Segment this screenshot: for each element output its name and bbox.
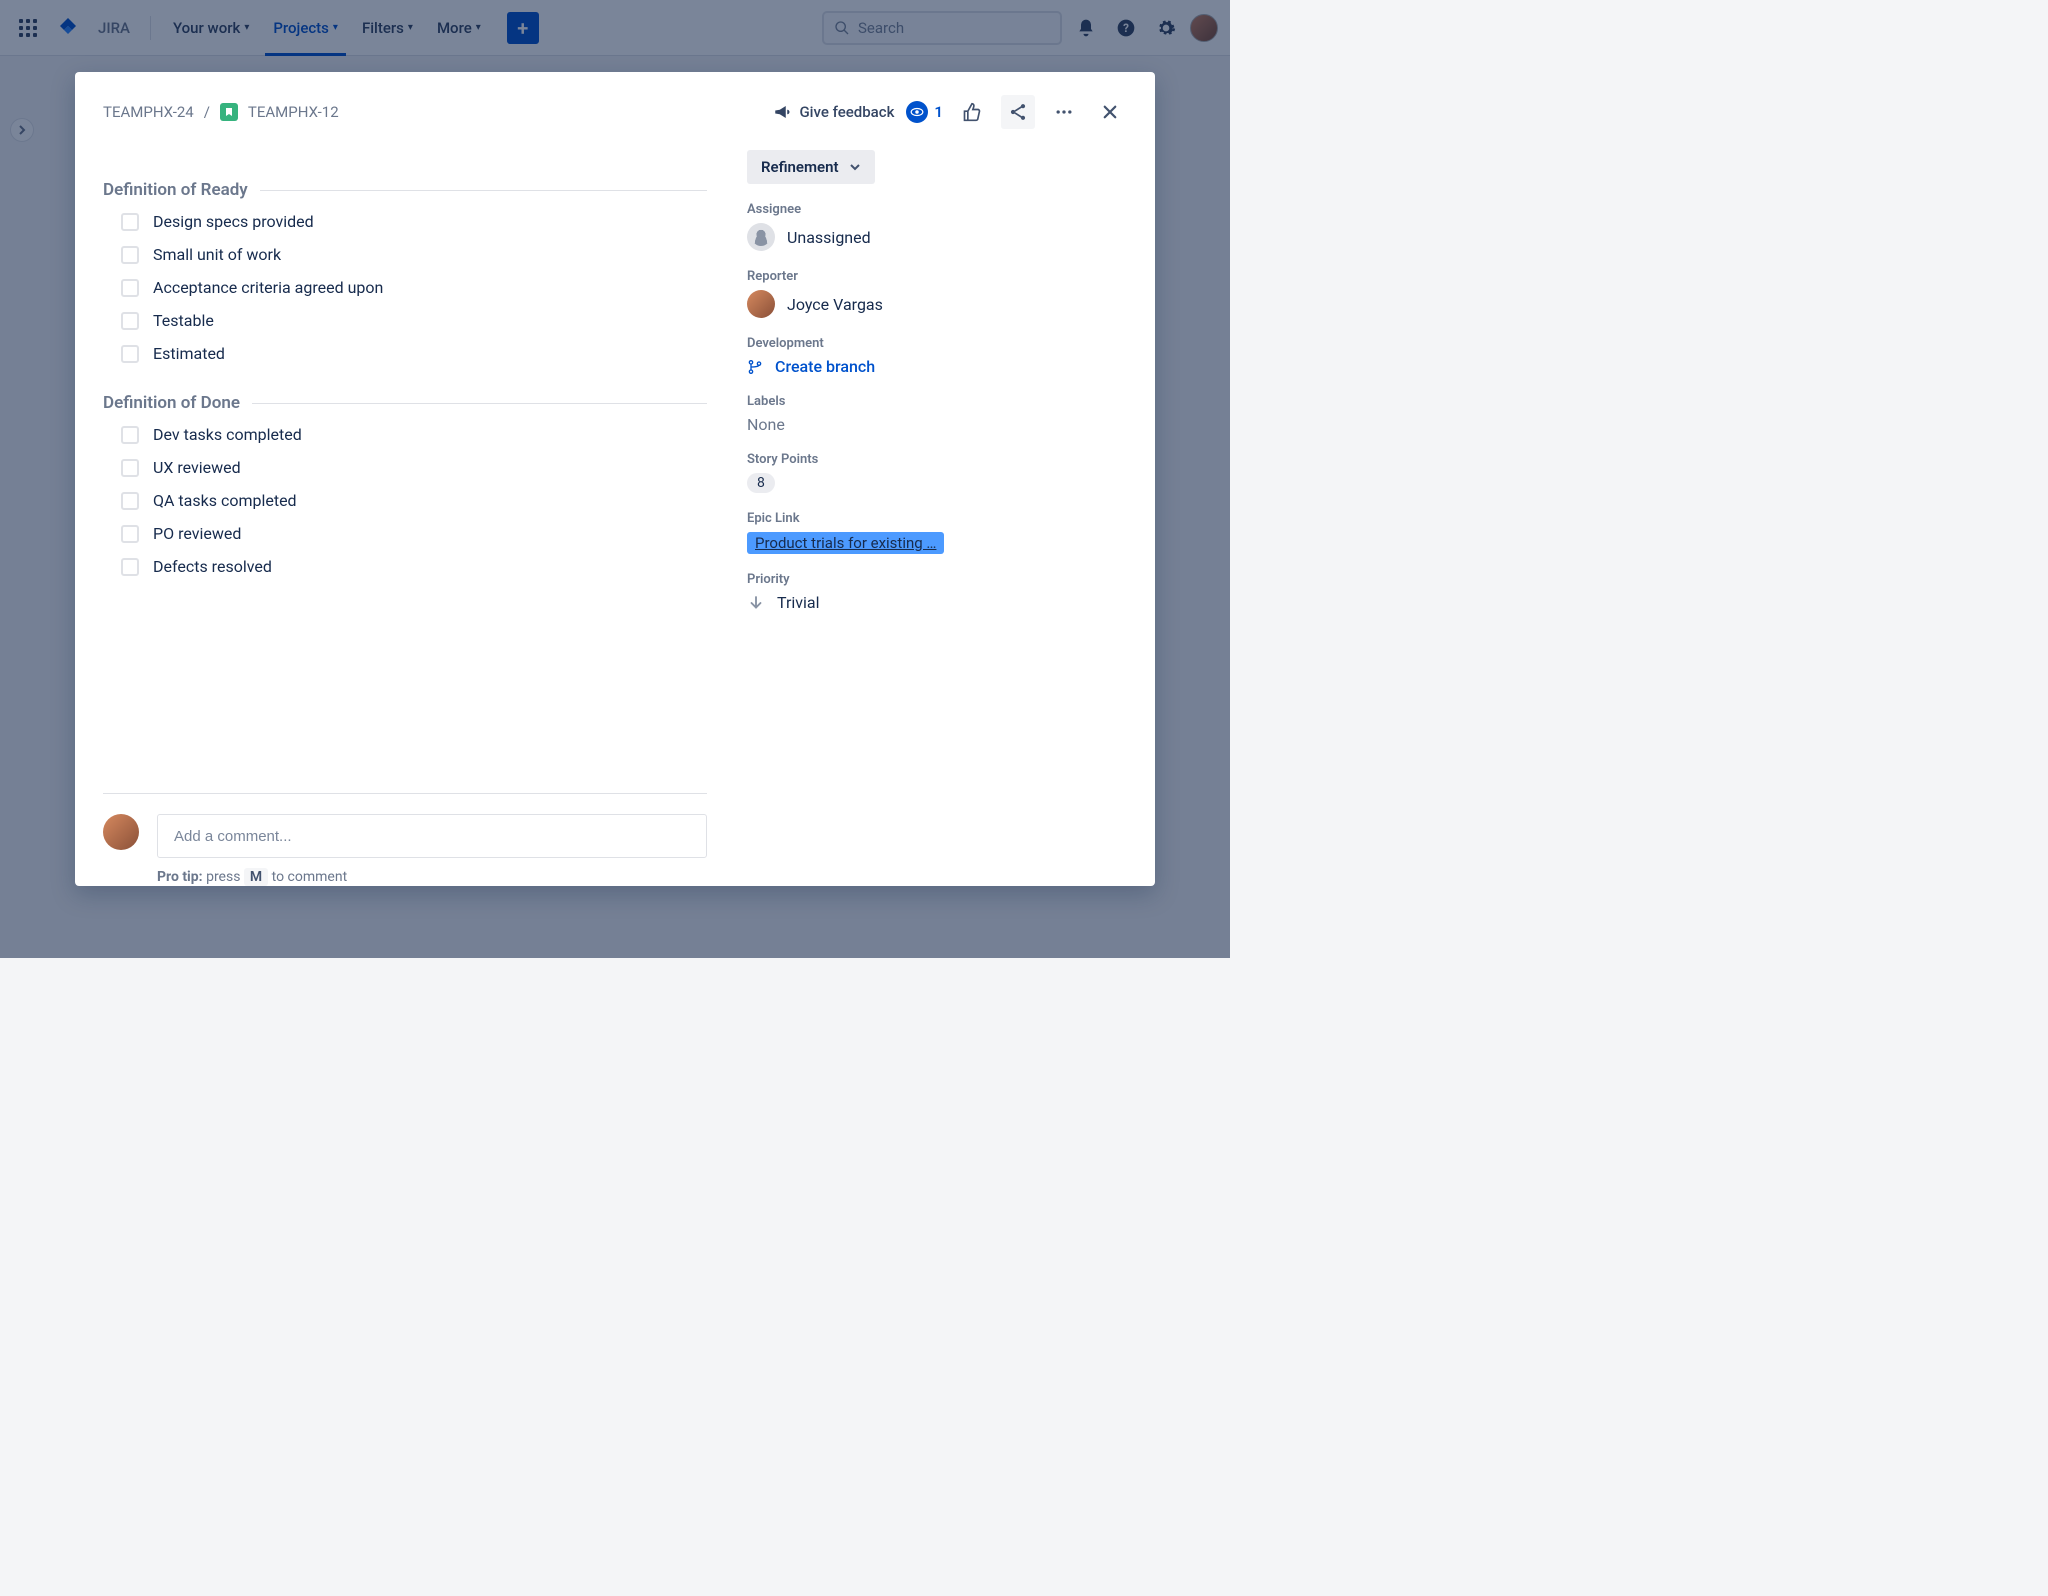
field-priority[interactable]: Priority Trivial — [747, 572, 1127, 612]
field-labels[interactable]: Labels None — [747, 394, 1127, 434]
comment-input[interactable] — [157, 814, 707, 858]
checklist-label: QA tasks completed — [153, 491, 297, 510]
vote-button[interactable] — [955, 95, 989, 129]
breadcrumb-current[interactable]: TEAMPHX-12 — [248, 103, 339, 121]
give-feedback-button[interactable]: Give feedback — [773, 103, 894, 121]
issue-content: Definition of Ready Design specs provide… — [103, 150, 707, 886]
field-label: Assignee — [747, 202, 1127, 217]
reporter-value: Joyce Vargas — [787, 295, 883, 314]
priority-value: Trivial — [777, 593, 820, 612]
story-icon — [220, 103, 238, 121]
field-reporter[interactable]: Reporter Joyce Vargas — [747, 269, 1127, 318]
epic-link-badge[interactable]: Product trials for existing … — [747, 532, 944, 554]
feedback-label: Give feedback — [799, 103, 894, 121]
checklist-label: PO reviewed — [153, 524, 241, 543]
eye-icon — [906, 101, 928, 123]
more-actions-button[interactable] — [1047, 95, 1081, 129]
section-definition-of-ready: Definition of Ready — [103, 180, 707, 200]
watch-count: 1 — [934, 103, 943, 121]
checklist-label: UX reviewed — [153, 458, 241, 477]
protip-prefix: Pro tip: — [157, 869, 203, 885]
megaphone-icon — [773, 103, 791, 121]
field-label: Story Points — [747, 452, 1127, 467]
field-development: Development Create branch — [747, 336, 1127, 376]
checkbox[interactable] — [121, 558, 139, 576]
field-label: Epic Link — [747, 511, 1127, 526]
field-assignee[interactable]: Assignee Unassigned — [747, 202, 1127, 251]
checklist-label: Estimated — [153, 344, 225, 363]
checklist-item[interactable]: Small unit of work — [121, 245, 707, 264]
reporter-avatar — [747, 290, 775, 318]
protip-text: to comment — [272, 869, 348, 885]
checkbox[interactable] — [121, 279, 139, 297]
story-points-value: 8 — [747, 473, 775, 493]
assignee-value: Unassigned — [787, 228, 871, 247]
checkbox[interactable] — [121, 312, 139, 330]
done-checklist: Dev tasks completed UX reviewed QA tasks… — [103, 425, 707, 576]
create-branch-link[interactable]: Create branch — [747, 357, 1127, 376]
issue-dialog: TEAMPHX-24 / TEAMPHX-12 Give feedback 1 — [75, 72, 1155, 886]
checklist-label: Testable — [153, 311, 214, 330]
checkbox[interactable] — [121, 345, 139, 363]
checklist-item[interactable]: PO reviewed — [121, 524, 707, 543]
protip-key: M — [244, 868, 268, 886]
checklist-item[interactable]: Testable — [121, 311, 707, 330]
ready-checklist: Design specs provided Small unit of work… — [103, 212, 707, 363]
dialog-header: TEAMPHX-24 / TEAMPHX-12 Give feedback 1 — [75, 72, 1155, 132]
checklist-item[interactable]: Acceptance criteria agreed upon — [121, 278, 707, 297]
share-button[interactable] — [1001, 95, 1035, 129]
field-label: Development — [747, 336, 1127, 351]
checkbox[interactable] — [121, 492, 139, 510]
divider — [103, 793, 707, 794]
checklist-item[interactable]: Design specs provided — [121, 212, 707, 231]
checklist-item[interactable]: QA tasks completed — [121, 491, 707, 510]
status-dropdown[interactable]: Refinement — [747, 150, 875, 184]
checklist-label: Defects resolved — [153, 557, 272, 576]
checkbox[interactable] — [121, 525, 139, 543]
checklist-item[interactable]: Estimated — [121, 344, 707, 363]
checklist-label: Dev tasks completed — [153, 425, 302, 444]
create-branch-label: Create branch — [775, 357, 875, 376]
protip-text: press — [206, 869, 240, 885]
breadcrumb: TEAMPHX-24 / TEAMPHX-12 — [103, 103, 339, 121]
field-label: Labels — [747, 394, 1127, 409]
checklist-label: Small unit of work — [153, 245, 281, 264]
close-button[interactable] — [1093, 95, 1127, 129]
current-user-avatar — [103, 814, 139, 850]
checklist-label: Design specs provided — [153, 212, 314, 231]
checklist-label: Acceptance criteria agreed upon — [153, 278, 383, 297]
status-label: Refinement — [761, 158, 839, 176]
field-label: Reporter — [747, 269, 1127, 284]
section-title: Definition of Done — [103, 393, 240, 413]
labels-value: None — [747, 415, 1127, 434]
priority-trivial-icon — [747, 594, 765, 612]
checkbox[interactable] — [121, 213, 139, 231]
chevron-down-icon — [849, 161, 861, 173]
issue-sidebar: Refinement Assignee Unassigned Reporter … — [747, 150, 1127, 886]
comment-protip: Pro tip: press M to comment — [157, 868, 707, 886]
branch-icon — [747, 359, 763, 375]
unassigned-avatar-icon — [747, 223, 775, 251]
breadcrumb-parent[interactable]: TEAMPHX-24 — [103, 103, 194, 121]
watch-button[interactable]: 1 — [906, 101, 943, 123]
checklist-item[interactable]: Dev tasks completed — [121, 425, 707, 444]
checklist-item[interactable]: Defects resolved — [121, 557, 707, 576]
checkbox[interactable] — [121, 426, 139, 444]
section-definition-of-done: Definition of Done — [103, 393, 707, 413]
field-label: Priority — [747, 572, 1127, 587]
section-title: Definition of Ready — [103, 180, 248, 200]
field-story-points[interactable]: Story Points 8 — [747, 452, 1127, 493]
comment-section: Pro tip: press M to comment — [103, 773, 707, 886]
breadcrumb-separator: / — [204, 103, 210, 121]
checkbox[interactable] — [121, 246, 139, 264]
field-epic-link[interactable]: Epic Link Product trials for existing … — [747, 511, 1127, 554]
checklist-item[interactable]: UX reviewed — [121, 458, 707, 477]
checkbox[interactable] — [121, 459, 139, 477]
